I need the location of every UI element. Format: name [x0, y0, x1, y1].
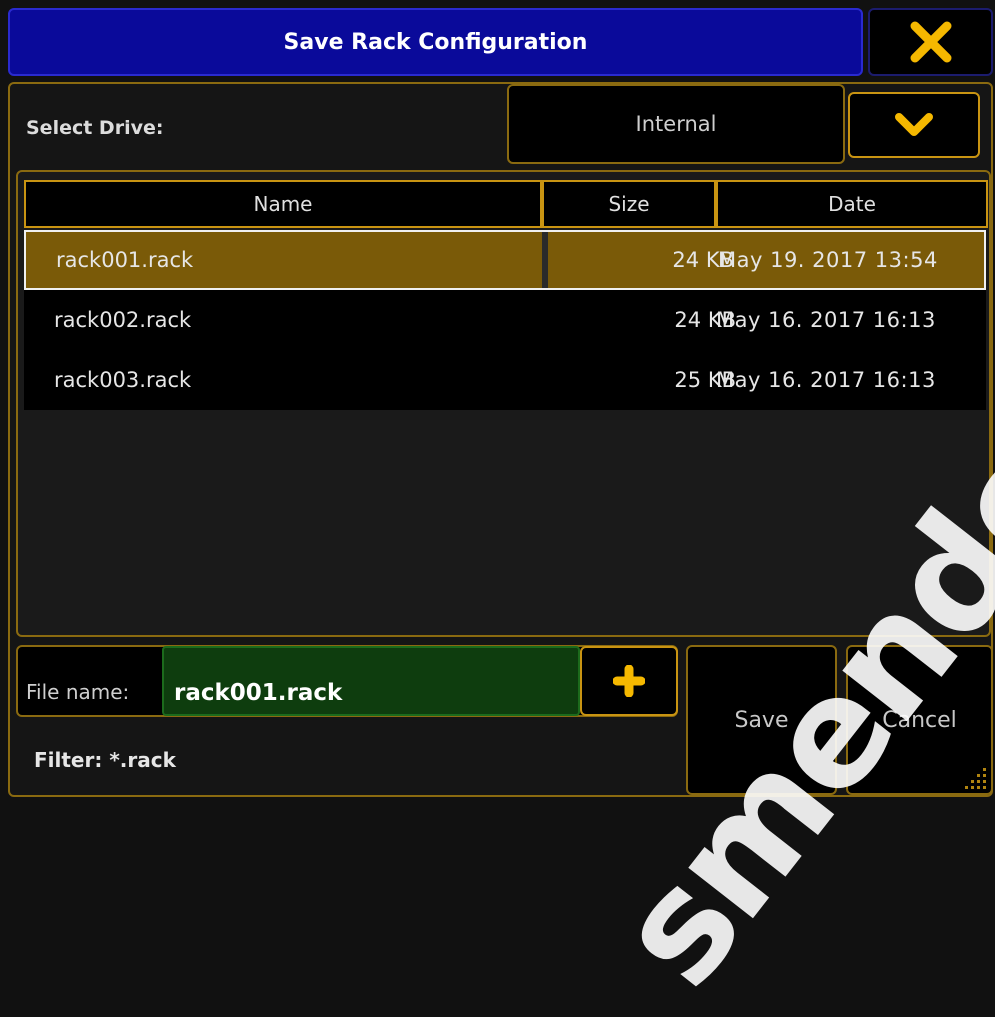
file-name-cell: rack003.rack: [54, 368, 192, 392]
dialog-title: Save Rack Configuration: [283, 29, 588, 55]
drive-select[interactable]: Internal: [507, 84, 845, 164]
file-date-cell: May 16. 2017 16:13: [716, 308, 936, 332]
drive-value: Internal: [635, 112, 717, 136]
file-date-cell: May 19. 2017 13:54: [718, 248, 938, 272]
close-button[interactable]: [868, 8, 993, 76]
file-list[interactable]: Name Size Date rack001.rack 24 KB May 19…: [16, 170, 991, 637]
file-name-cell: rack002.rack: [54, 308, 192, 332]
save-button[interactable]: Save: [686, 645, 837, 795]
column-header-date[interactable]: Date: [716, 180, 988, 228]
add-button[interactable]: [580, 646, 678, 716]
file-name-cell: rack001.rack: [56, 248, 194, 272]
chevron-down-icon: [895, 113, 933, 136]
dialog-title-bar: Save Rack Configuration: [8, 8, 863, 76]
column-header-name[interactable]: Name: [24, 180, 542, 228]
column-separator: [542, 232, 548, 288]
column-header-size[interactable]: Size: [542, 180, 716, 228]
resize-grip-icon[interactable]: [955, 760, 989, 794]
table-row[interactable]: rack003.rack 25 KB May 16. 2017 16:13: [24, 350, 986, 410]
file-name-label: File name:: [26, 680, 130, 704]
file-date-cell: May 16. 2017 16:13: [716, 368, 936, 392]
file-name-input[interactable]: [162, 646, 580, 716]
table-row[interactable]: rack002.rack 24 KB May 16. 2017 16:13: [24, 290, 986, 350]
table-row[interactable]: rack001.rack 24 KB May 19. 2017 13:54: [24, 230, 986, 290]
select-drive-label: Select Drive:: [26, 117, 164, 139]
plus-icon: [613, 665, 645, 697]
filter-label: Filter: *.rack: [34, 748, 176, 772]
close-x-icon: [910, 21, 951, 63]
drive-dropdown-button[interactable]: [848, 92, 980, 158]
